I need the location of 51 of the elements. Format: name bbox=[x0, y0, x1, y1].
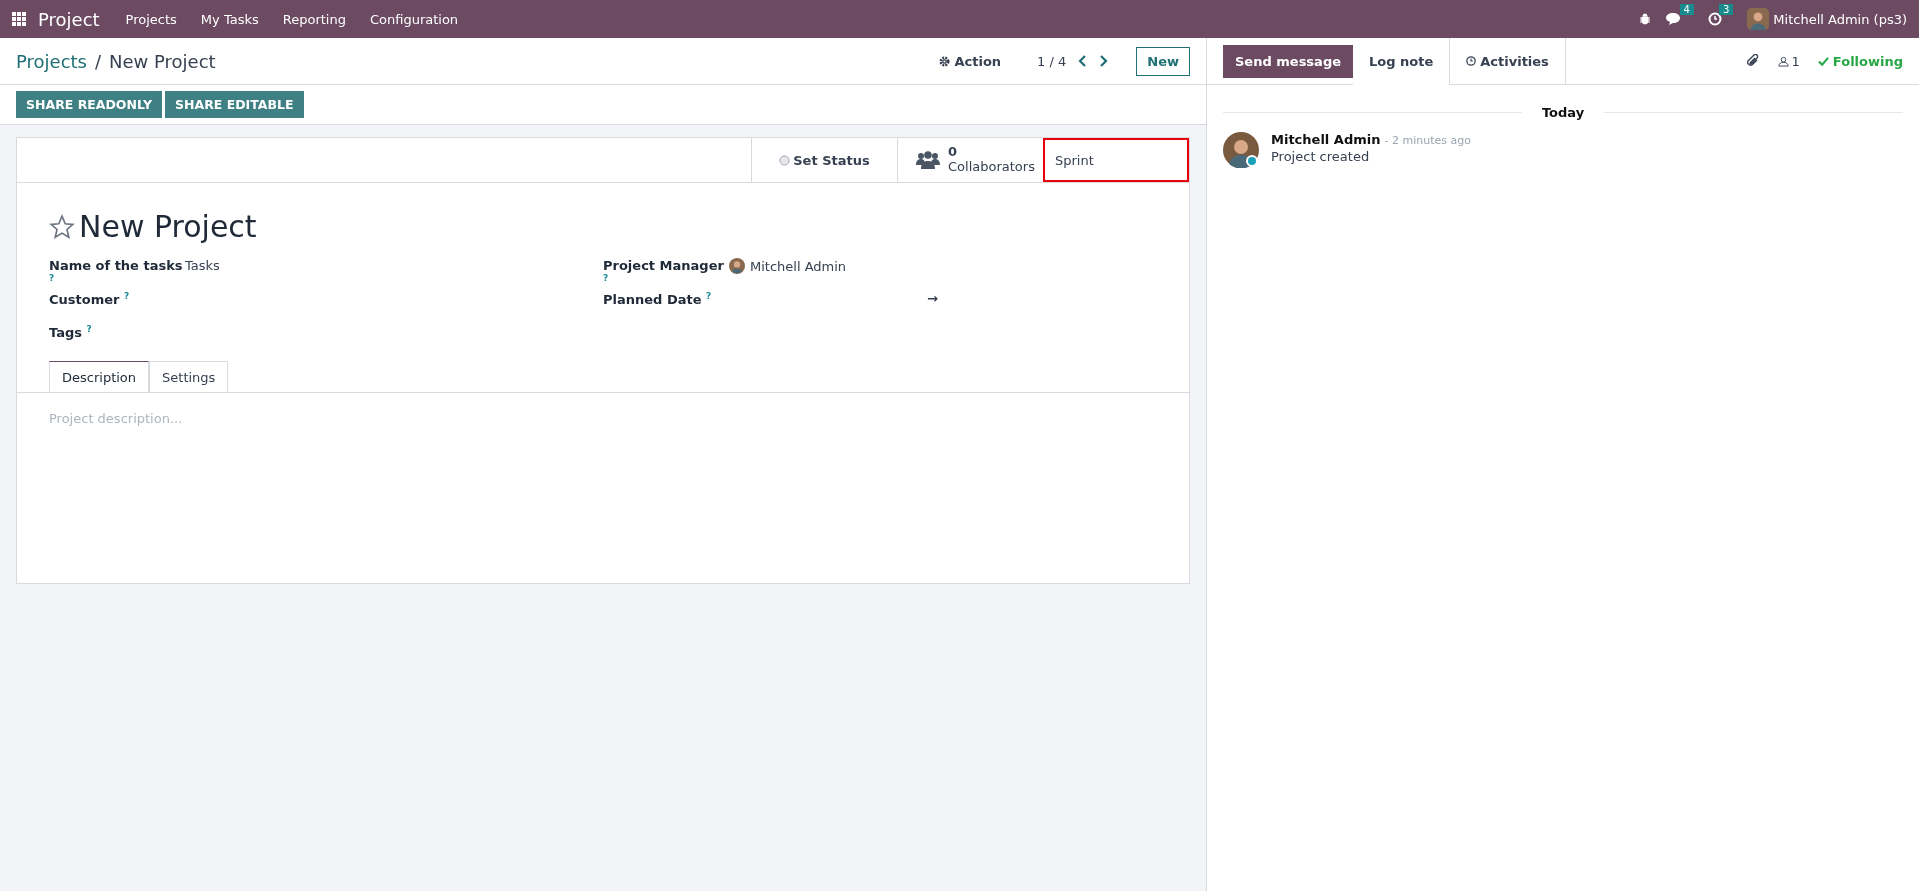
star-icon[interactable] bbox=[49, 213, 75, 240]
message-author: Mitchell Admin bbox=[1271, 132, 1381, 147]
check-icon bbox=[1817, 55, 1829, 67]
field-label: Customer $^{?}$ bbox=[49, 291, 131, 308]
form-tab[interactable]: Settings bbox=[149, 361, 229, 393]
bug-icon[interactable] bbox=[1638, 13, 1651, 25]
new-button[interactable]: New bbox=[1136, 46, 1190, 76]
status-circle-icon bbox=[779, 154, 791, 166]
gear-icon bbox=[939, 55, 951, 67]
avatar-icon bbox=[1223, 132, 1259, 168]
message-count: 4 bbox=[1679, 4, 1694, 15]
breadcrumb-link[interactable]: Projects bbox=[16, 50, 87, 72]
next-icon[interactable] bbox=[1098, 55, 1109, 67]
users-icon bbox=[916, 151, 940, 169]
menu-item[interactable]: My Tasks bbox=[188, 11, 271, 27]
app-name[interactable]: Project bbox=[38, 8, 100, 30]
sprint-button[interactable]: Sprint bbox=[1043, 138, 1189, 182]
user-name[interactable]: Mitchell Admin (ps3) bbox=[1773, 11, 1907, 27]
action-button[interactable]: Action bbox=[933, 52, 1008, 70]
chat-icon[interactable] bbox=[1664, 12, 1683, 26]
activity-count: 3 bbox=[1718, 4, 1734, 15]
user-icon bbox=[1777, 55, 1789, 67]
date-separator: Today bbox=[1541, 105, 1585, 120]
field-value[interactable]: Tasks bbox=[185, 258, 220, 273]
paperclip-icon[interactable] bbox=[1745, 54, 1760, 68]
share-button[interactable]: SHARE READONLY bbox=[16, 91, 163, 118]
menu-item[interactable]: Configuration bbox=[357, 11, 471, 27]
form-tab[interactable]: Description bbox=[49, 361, 150, 393]
app-grid-icon[interactable] bbox=[12, 12, 26, 26]
field-label: Tags $^{?}$ bbox=[49, 324, 93, 341]
date-arrow[interactable]: → bbox=[927, 291, 938, 306]
message-body: Project created bbox=[1271, 149, 1371, 164]
send-message-button[interactable]: Send message bbox=[1223, 44, 1353, 78]
followers-button[interactable]: 1 bbox=[1777, 53, 1800, 69]
breadcrumb-separator: / bbox=[94, 50, 102, 72]
pager-value: 1 / 4 bbox=[1037, 53, 1067, 69]
share-button[interactable]: SHARE EDITABLE bbox=[165, 91, 304, 118]
clock-icon[interactable] bbox=[1707, 12, 1722, 26]
activities-tab[interactable]: Activities bbox=[1450, 38, 1566, 84]
avatar-icon[interactable] bbox=[1747, 8, 1770, 30]
field-label: Planned Date $^{?}$ bbox=[603, 291, 713, 308]
avatar-icon bbox=[729, 258, 745, 274]
previous-icon[interactable] bbox=[1078, 55, 1089, 67]
log-note-tab[interactable]: Log note bbox=[1353, 38, 1451, 85]
manager-name[interactable]: Mitchell Admin bbox=[750, 258, 847, 274]
breadcrumb-current: New Project bbox=[109, 50, 216, 72]
clock-icon bbox=[1466, 56, 1477, 66]
project-title[interactable]: New Project bbox=[79, 209, 257, 244]
menu-item[interactable]: Projects bbox=[113, 11, 189, 27]
menu-item[interactable]: Reporting bbox=[270, 11, 358, 27]
message-time: - 2 minutes ago bbox=[1384, 134, 1472, 147]
